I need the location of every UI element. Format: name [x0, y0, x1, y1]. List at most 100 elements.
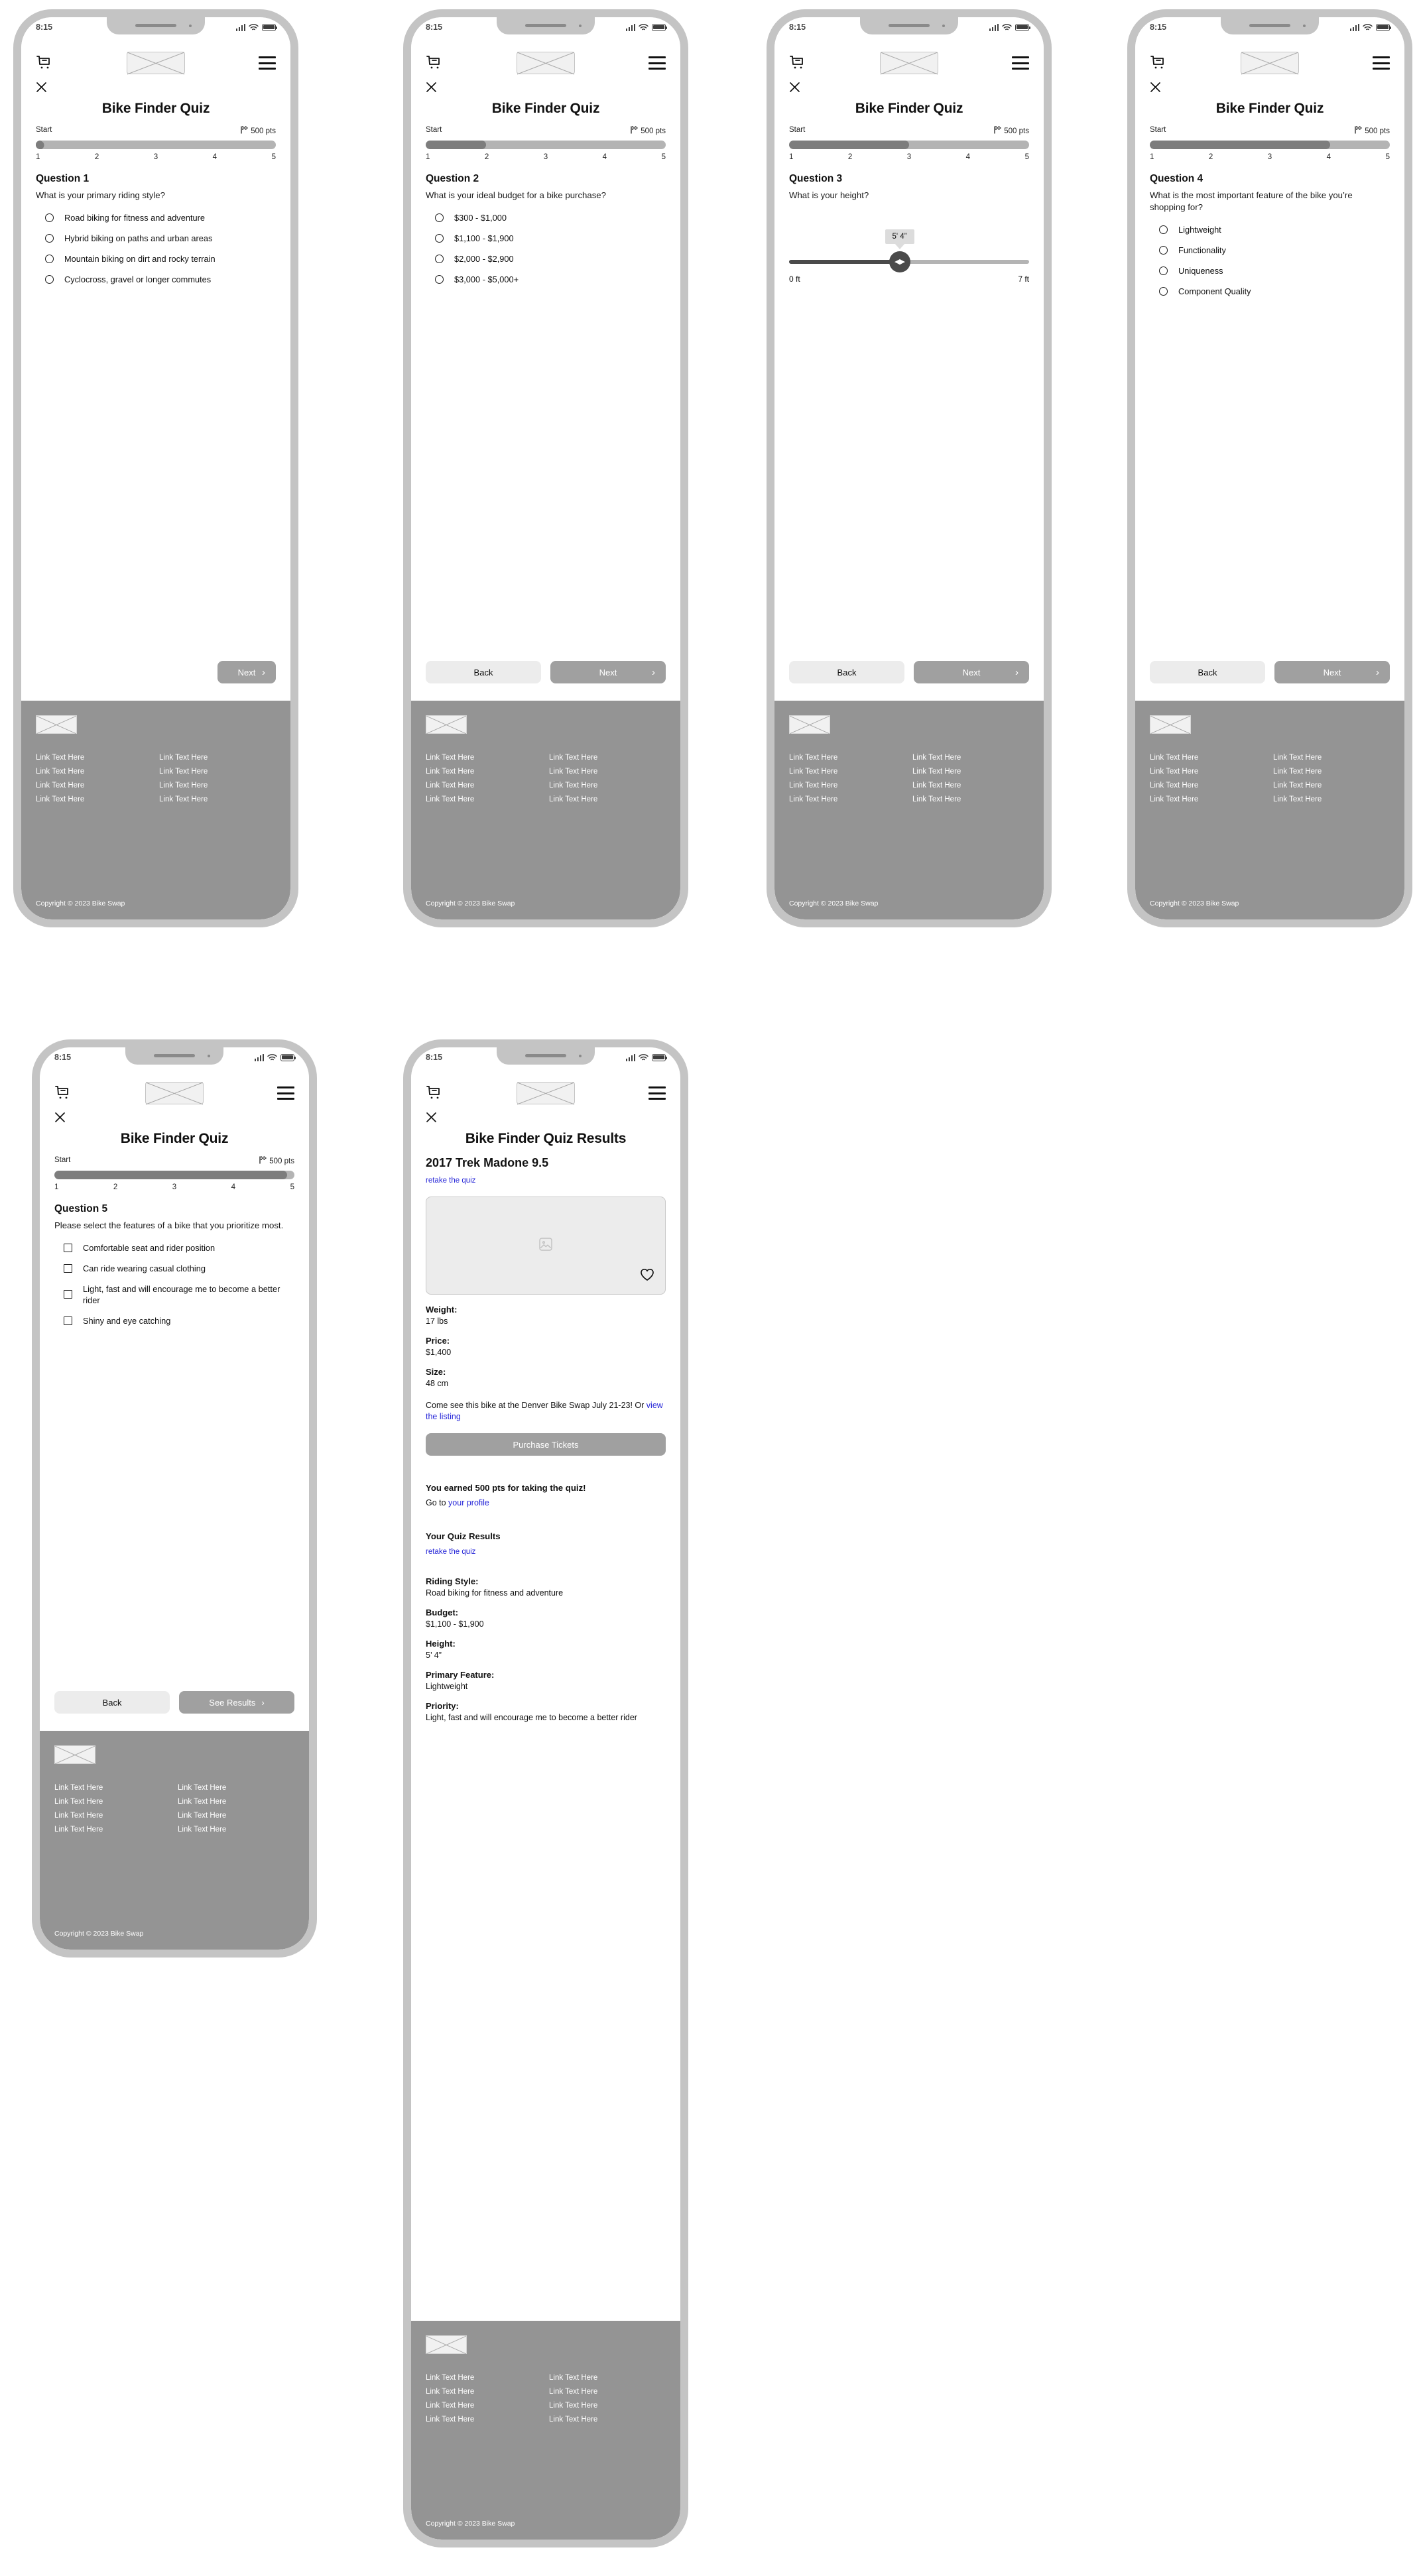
retake-quiz-link-bottom[interactable]: retake the quiz [426, 1548, 475, 1556]
close-x-icon[interactable] [789, 82, 800, 93]
option-row[interactable]: Hybrid biking on paths and urban areas [45, 233, 276, 244]
next-button[interactable]: Next › [914, 661, 1029, 683]
heart-icon[interactable] [640, 1268, 654, 1285]
footer-link[interactable]: Link Text Here [36, 768, 153, 776]
footer-link[interactable]: Link Text Here [54, 1826, 171, 1834]
radio-input[interactable] [1159, 266, 1168, 275]
slider-thumb[interactable]: ◀▶ [889, 251, 910, 272]
close-x-icon[interactable] [426, 1112, 437, 1123]
radio-input[interactable] [435, 254, 444, 263]
footer-link[interactable]: Link Text Here [36, 782, 153, 790]
purchase-tickets-button[interactable]: Purchase Tickets [426, 1433, 666, 1456]
close-x-icon[interactable] [36, 82, 47, 93]
radio-input[interactable] [45, 213, 54, 222]
footer-link[interactable]: Link Text Here [549, 782, 666, 790]
footer-link[interactable]: Link Text Here [178, 1798, 294, 1806]
close-x-icon[interactable] [1150, 82, 1161, 93]
option-row[interactable]: $300 - $1,000 [435, 212, 666, 223]
checkbox-input[interactable] [64, 1290, 72, 1299]
option-row[interactable]: Component Quality [1159, 286, 1390, 297]
shopping-cart-icon[interactable] [426, 1085, 443, 1101]
footer-link[interactable]: Link Text Here [426, 2388, 542, 2396]
footer-link[interactable]: Link Text Here [1150, 768, 1266, 776]
footer-link[interactable]: Link Text Here [912, 754, 1029, 762]
checkbox-input[interactable] [64, 1243, 72, 1252]
option-row[interactable]: Shiny and eye catching [64, 1315, 294, 1326]
footer-link[interactable]: Link Text Here [36, 754, 153, 762]
radio-input[interactable] [1159, 225, 1168, 234]
option-row[interactable]: Lightweight [1159, 224, 1390, 235]
footer-link[interactable]: Link Text Here [1150, 795, 1266, 803]
radio-input[interactable] [1159, 286, 1168, 296]
progress-bar[interactable] [36, 141, 276, 149]
footer-link[interactable]: Link Text Here [178, 1826, 294, 1834]
footer-link[interactable]: Link Text Here [549, 2402, 666, 2410]
hamburger-menu-icon[interactable] [259, 56, 276, 70]
footer-link[interactable]: Link Text Here [1273, 768, 1390, 776]
footer-link[interactable]: Link Text Here [549, 2416, 666, 2424]
footer-link[interactable]: Link Text Here [1273, 795, 1390, 803]
checkbox-input[interactable] [64, 1316, 72, 1325]
footer-link[interactable]: Link Text Here [159, 782, 276, 790]
footer-link[interactable]: Link Text Here [426, 754, 542, 762]
option-row[interactable]: Road biking for fitness and adventure [45, 212, 276, 223]
retake-quiz-link[interactable]: retake the quiz [426, 1177, 475, 1185]
footer-link[interactable]: Link Text Here [178, 1784, 294, 1792]
view-listing-link[interactable]: view the listing [426, 1401, 663, 1421]
footer-link[interactable]: Link Text Here [426, 782, 542, 790]
shopping-cart-icon[interactable] [426, 55, 443, 71]
back-button[interactable]: Back [789, 661, 904, 683]
shopping-cart-icon[interactable] [54, 1085, 72, 1101]
back-button[interactable]: Back [1150, 661, 1265, 683]
footer-link[interactable]: Link Text Here [789, 768, 906, 776]
progress-bar[interactable] [789, 141, 1029, 149]
footer-link[interactable]: Link Text Here [549, 2374, 666, 2382]
shopping-cart-icon[interactable] [1150, 55, 1167, 71]
option-row[interactable]: Comfortable seat and rider position [64, 1242, 294, 1254]
footer-link[interactable]: Link Text Here [789, 754, 906, 762]
option-row[interactable]: $1,100 - $1,900 [435, 233, 666, 244]
your-profile-link[interactable]: your profile [448, 1498, 489, 1507]
hamburger-menu-icon[interactable] [1012, 56, 1029, 70]
footer-link[interactable]: Link Text Here [549, 754, 666, 762]
footer-link[interactable]: Link Text Here [912, 782, 1029, 790]
see-results-button[interactable]: See Results › [179, 1691, 294, 1714]
option-row[interactable]: $3,000 - $5,000+ [435, 274, 666, 285]
footer-link[interactable]: Link Text Here [549, 2388, 666, 2396]
footer-link[interactable]: Link Text Here [426, 2416, 542, 2424]
radio-input[interactable] [435, 274, 444, 284]
footer-link[interactable]: Link Text Here [178, 1812, 294, 1820]
option-row[interactable]: Can ride wearing casual clothing [64, 1263, 294, 1274]
option-row[interactable]: Mountain biking on dirt and rocky terrai… [45, 253, 276, 264]
footer-link[interactable]: Link Text Here [912, 768, 1029, 776]
next-button[interactable]: Next › [1274, 661, 1390, 683]
bike-image-card[interactable] [426, 1197, 666, 1295]
hamburger-menu-icon[interactable] [648, 56, 666, 70]
radio-input[interactable] [435, 213, 444, 222]
footer-link[interactable]: Link Text Here [549, 768, 666, 776]
footer-link[interactable]: Link Text Here [54, 1812, 171, 1820]
back-button[interactable]: Back [426, 661, 541, 683]
footer-link[interactable]: Link Text Here [1150, 782, 1266, 790]
shopping-cart-icon[interactable] [789, 55, 806, 71]
radio-input[interactable] [45, 233, 54, 243]
option-row[interactable]: Functionality [1159, 245, 1390, 256]
close-x-icon[interactable] [54, 1112, 66, 1123]
footer-link[interactable]: Link Text Here [426, 768, 542, 776]
footer-link[interactable]: Link Text Here [36, 795, 153, 803]
progress-bar[interactable] [54, 1171, 294, 1179]
next-button[interactable]: Next › [550, 661, 666, 683]
footer-link[interactable]: Link Text Here [1273, 782, 1390, 790]
back-button[interactable]: Back [54, 1691, 170, 1714]
footer-link[interactable]: Link Text Here [426, 2374, 542, 2382]
radio-input[interactable] [435, 233, 444, 243]
hamburger-menu-icon[interactable] [648, 1086, 666, 1100]
footer-link[interactable]: Link Text Here [549, 795, 666, 803]
radio-input[interactable] [1159, 245, 1168, 255]
progress-bar[interactable] [1150, 141, 1390, 149]
footer-link[interactable]: Link Text Here [426, 795, 542, 803]
footer-link[interactable]: Link Text Here [1150, 754, 1266, 762]
footer-link[interactable]: Link Text Here [159, 795, 276, 803]
hamburger-menu-icon[interactable] [277, 1086, 294, 1100]
checkbox-input[interactable] [64, 1263, 72, 1273]
